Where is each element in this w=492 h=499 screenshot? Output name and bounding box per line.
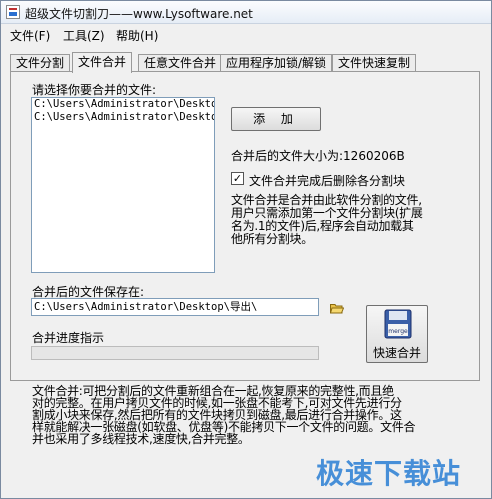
window-title: 超级文件切割刀——www.Lysoftware.net: [25, 7, 253, 21]
menu-bar: 文件(F) 工具(Z) 帮助(H): [1, 24, 491, 44]
select-files-label: 请选择你要合并的文件:: [32, 83, 157, 97]
progress-label: 合并进度指示: [32, 331, 105, 345]
fast-merge-button[interactable]: merge 快速合并: [366, 305, 428, 363]
tab-fast-copy[interactable]: 文件快速复制: [332, 54, 417, 71]
fast-merge-label: 快速合并: [372, 346, 421, 360]
menu-help[interactable]: 帮助(H): [116, 27, 158, 44]
menu-tools[interactable]: 工具(Z): [63, 27, 105, 44]
delete-chunks-label: 文件合并完成后删除各分割块: [249, 174, 406, 188]
title-bar: 超级文件切割刀——www.Lysoftware.net: [1, 1, 491, 24]
watermark-logo: 极速下载站: [316, 457, 462, 490]
tab-file-merge[interactable]: 文件合并: [72, 52, 133, 73]
app-icon: [6, 5, 20, 19]
list-item[interactable]: C:\Users\Administrator\Desktop: [32, 98, 214, 111]
merge-icon-text: merge: [388, 328, 408, 335]
add-button[interactable]: 添 加: [231, 107, 321, 131]
delete-chunks-checkbox[interactable]: ✓: [231, 172, 244, 185]
merge-description: 文件合并是合并由此软件分割的文件, 用户只需添加第一个文件分割块(扩展 名为.1…: [231, 193, 423, 246]
footer-description: 文件合并:可把分割后的文件重新组合在一起,恢复原来的完整性,而且绝 对的完整。在…: [32, 384, 416, 446]
menu-file[interactable]: 文件(F): [10, 27, 50, 44]
merge-disk-icon: merge: [384, 309, 412, 339]
file-list[interactable]: C:\Users\Administrator\Desktop C:\Users\…: [31, 97, 215, 273]
folder-open-icon[interactable]: [330, 303, 344, 314]
merge-progress-bar: [31, 346, 319, 360]
list-item[interactable]: C:\Users\Administrator\Desktop: [32, 111, 214, 124]
tab-app-lock[interactable]: 应用程序加锁/解锁: [220, 54, 333, 71]
tab-any-file-merge[interactable]: 任意文件合并: [138, 54, 223, 71]
tab-file-split[interactable]: 文件分割: [10, 54, 71, 71]
save-path-field[interactable]: C:\Users\Administrator\Desktop\导出\: [31, 298, 319, 316]
merged-size-text: 合并后的文件大小为:1260206B: [231, 149, 405, 163]
